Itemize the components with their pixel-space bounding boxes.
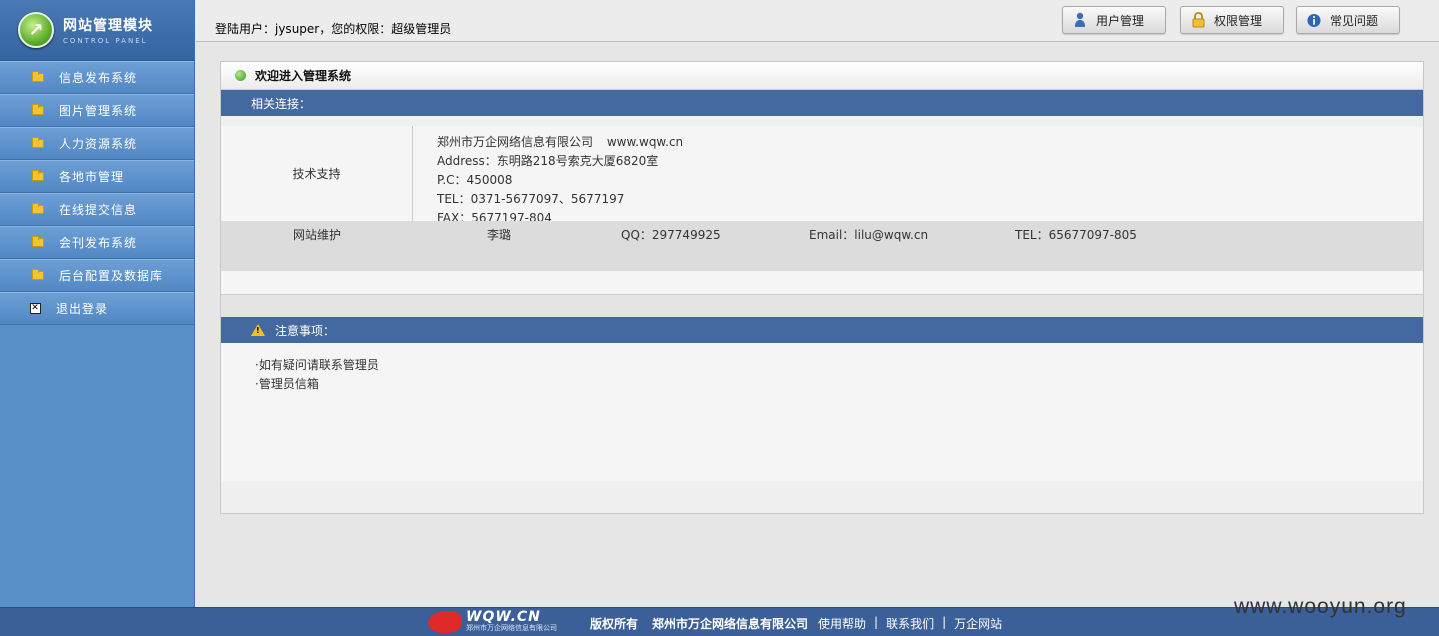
- maintenance-row: 网站维护 李璐 QQ：297749925 Email：lilu@wqw.cn T…: [221, 221, 1423, 271]
- welcome-title: 欢迎进入管理系统: [255, 69, 352, 83]
- maintenance-label: 网站维护: [293, 228, 342, 242]
- folder-icon: [32, 269, 44, 280]
- sidebar-item-city-manage[interactable]: 各地市管理: [0, 160, 194, 193]
- red-bird-logo-icon: [428, 610, 462, 633]
- user-icon: [1073, 12, 1087, 28]
- notes-section-title: 注意事项：: [275, 323, 336, 338]
- lock-icon: [1191, 12, 1205, 28]
- footer-link-help[interactable]: 使用帮助: [818, 615, 866, 632]
- support-row: 技术支持 郑州市万企网络信息有限公司 www.wqw.cn Address：东明…: [221, 116, 1423, 225]
- support-label: 技术支持: [221, 126, 413, 221]
- footer-separator: |: [874, 615, 879, 629]
- support-info: 郑州市万企网络信息有限公司 www.wqw.cn Address：东明路218号…: [413, 126, 1423, 225]
- welcome-bar: 欢迎进入管理系统: [221, 62, 1423, 90]
- sidebar-item-logout[interactable]: ✕ 退出登录: [0, 292, 194, 325]
- folder-icon: [32, 170, 44, 181]
- sidebar-item-config-db[interactable]: 后台配置及数据库: [0, 259, 194, 292]
- header: 登陆用户：jysuper，您的权限：超级管理员 用户管理 权限管理 常见问题: [196, 0, 1439, 42]
- footer-brand: WQW.CN: [466, 609, 541, 625]
- notes-list: ·如有疑问请联系管理员 ·管理员信箱: [221, 343, 1423, 481]
- blank-row: [221, 295, 1423, 317]
- maintenance-email: Email：lilu@wqw.cn: [809, 228, 929, 242]
- logo-title: 网站管理模块: [63, 18, 153, 34]
- footer-brand-sub: 郑州市万企网络信息有限公司: [466, 624, 557, 632]
- blank-row: [221, 271, 1423, 295]
- footer-logo: WQW.CN 郑州市万企网络信息有限公司: [428, 610, 557, 633]
- arrow-logo-icon: ↗: [18, 12, 54, 48]
- sidebar-item-label: 各地市管理: [59, 170, 125, 184]
- green-dot-icon: [235, 70, 246, 81]
- maintenance-qq: QQ：297749925: [621, 228, 721, 242]
- sidebar-item-journal[interactable]: 会刊发布系统: [0, 226, 194, 259]
- faq-button[interactable]: 常见问题: [1296, 6, 1400, 34]
- links-section-header: 相关连接：: [221, 90, 1423, 116]
- logo-subtitle: CONTROL PANEL: [63, 37, 148, 45]
- sidebar-item-hr[interactable]: 人力资源系统: [0, 127, 194, 160]
- sidebar-item-label: 退出登录: [56, 302, 109, 316]
- links-section-title: 相关连接：: [251, 96, 312, 111]
- sidebar: ↗ 网站管理模块 CONTROL PANEL 信息发布系统 图片管理系统 人力资…: [0, 0, 195, 607]
- maintenance-name: 李璐: [487, 228, 512, 242]
- watermark: www.wooyun.org: [1234, 595, 1407, 618]
- folder-icon: [32, 104, 44, 115]
- sidebar-item-online-submit[interactable]: 在线提交信息: [0, 193, 194, 226]
- sidebar-item-label: 在线提交信息: [59, 203, 138, 217]
- sidebar-item-info-publish[interactable]: 信息发布系统: [0, 61, 194, 94]
- sidebar-item-label: 人力资源系统: [59, 137, 138, 151]
- folder-icon: [32, 203, 44, 214]
- notes-section-header: ! 注意事项：: [221, 317, 1423, 343]
- folder-icon: [32, 137, 44, 148]
- main-panel: 欢迎进入管理系统 相关连接： 技术支持 郑州市万企网络信息有限公司 www.wq…: [220, 61, 1424, 514]
- support-postcode: P.C：450008: [437, 173, 513, 187]
- note-item: ·如有疑问请联系管理员: [255, 358, 379, 372]
- support-address: Address：东明路218号索克大厦6820室: [437, 154, 659, 168]
- footer-copyright: 版权所有: [590, 617, 639, 631]
- note-item: ·管理员信箱: [255, 377, 319, 391]
- close-box-icon: ✕: [30, 303, 41, 314]
- warning-icon: !: [251, 324, 265, 336]
- sidebar-item-image-manage[interactable]: 图片管理系统: [0, 94, 194, 127]
- maintenance-tel: TEL：65677097-805: [1015, 228, 1137, 242]
- support-company: 郑州市万企网络信息有限公司: [437, 135, 594, 149]
- footer-link-contact[interactable]: 联系我们: [886, 615, 934, 632]
- support-tel: TEL：0371-5677097、5677197: [437, 192, 625, 206]
- sidebar-item-label: 信息发布系统: [59, 71, 138, 85]
- footer-link-site[interactable]: 万企网站: [954, 615, 1002, 632]
- sidebar-item-label: 图片管理系统: [59, 104, 138, 118]
- login-info: 登陆用户：jysuper，您的权限：超级管理员: [215, 22, 452, 36]
- permission-manage-button[interactable]: 权限管理: [1180, 6, 1284, 34]
- info-icon: [1307, 12, 1321, 28]
- folder-icon: [32, 236, 44, 247]
- footer-company: 郑州市万企网络信息有限公司: [652, 617, 809, 631]
- logo: ↗ 网站管理模块 CONTROL PANEL: [0, 0, 194, 61]
- footer-separator: |: [942, 615, 947, 629]
- sidebar-item-label: 会刊发布系统: [59, 236, 138, 250]
- user-manage-button[interactable]: 用户管理: [1062, 6, 1166, 34]
- folder-icon: [32, 71, 44, 82]
- footer: WQW.CN 郑州市万企网络信息有限公司 版权所有 郑州市万企网络信息有限公司 …: [0, 607, 1439, 636]
- sidebar-item-label: 后台配置及数据库: [59, 269, 164, 283]
- support-website-link[interactable]: www.wqw.cn: [607, 135, 683, 149]
- footer-links: 版权所有 郑州市万企网络信息有限公司 使用帮助 | 联系我们 | 万企网站: [590, 615, 1002, 632]
